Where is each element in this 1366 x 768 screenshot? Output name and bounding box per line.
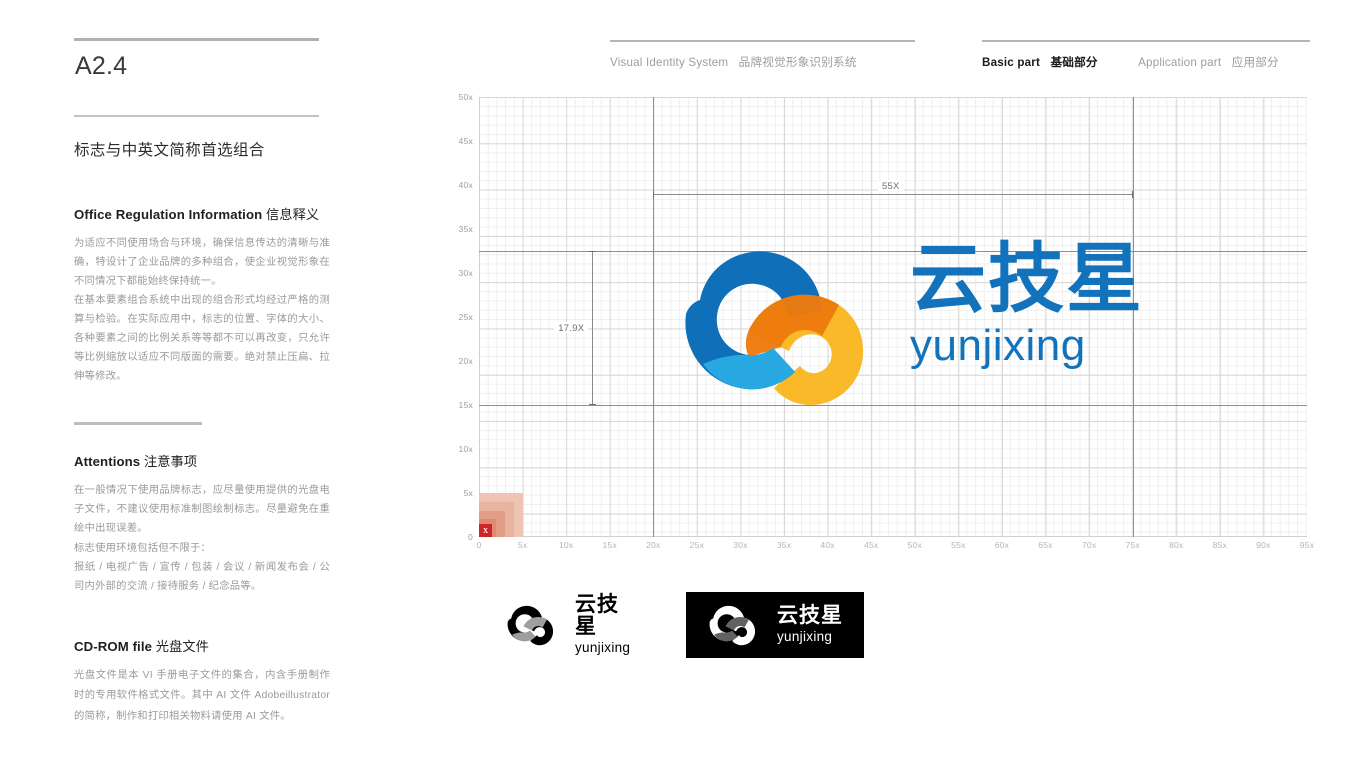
- variant-name-cn: 云技星: [575, 593, 619, 639]
- chapter-title: 标志与中英文简称首选组合: [74, 142, 265, 159]
- x-axis-tick: 30x: [733, 540, 748, 550]
- section-heading-en: CD-ROM file: [74, 638, 153, 654]
- y-axis-tick: 20x: [458, 356, 473, 366]
- header-group-parts: Basic part 基础部分 Application part 应用部分: [982, 40, 1310, 71]
- x-axis-tick: 5x: [517, 540, 528, 550]
- x-unit-badge: X: [479, 524, 492, 537]
- variant-wordmark: 云技星 yunjixing: [575, 594, 630, 656]
- section-body: 在一般情况下使用品牌标志，应尽量使用提供的光盘电子文件，不建议使用标准制图绘制标…: [74, 481, 330, 595]
- x-axis-tick: 25x: [689, 540, 705, 550]
- x-axis-tick: 90x: [1256, 540, 1271, 550]
- section-divider: [74, 422, 202, 426]
- y-axis-tick: 30x: [458, 268, 473, 278]
- header-group-system: Visual Identity System 品牌视觉形象识别系统: [610, 40, 915, 71]
- x-axis-tick: 50x: [907, 540, 923, 550]
- x-axis-tick: 95x: [1299, 540, 1315, 550]
- vi-guideline-page: A2.4 标志与中英文简称首选组合 Office Regulation Info…: [0, 0, 1366, 768]
- top-divider: [74, 38, 319, 41]
- paragraph: 在基本要素组合系统中出现的组合形式均经过严格的测算与检验。在实际应用中，标志的位…: [74, 295, 330, 383]
- logo-orange-overlap: [745, 294, 839, 357]
- y-axis-tick: 10x: [458, 444, 473, 454]
- variant-name-en: yunjixing: [777, 629, 833, 645]
- x-axis-tick: 70x: [1081, 540, 1097, 550]
- logo-lockup-primary: 云技星 yunjixing: [648, 232, 1148, 418]
- y-axis-tick: 0: [468, 532, 473, 542]
- section-heading-cn: 信息释义: [266, 207, 320, 222]
- section-heading-en: Office Regulation Information: [74, 207, 263, 222]
- section-heading: Attentions 注意事项: [74, 451, 330, 470]
- section-cd-rom: CD-ROM file 光盘文件 光盘文件是本 VI 手册电子文件的集合，内含手…: [74, 636, 330, 728]
- paragraph: 标志使用环境包括但不限于：: [74, 542, 212, 554]
- y-axis-tick: 35x: [458, 224, 473, 234]
- logo-wordmark: 云技星 yunjixing: [910, 242, 1144, 368]
- nav-item-application-part[interactable]: Application part 应用部分: [1138, 54, 1279, 70]
- paragraph: 光盘文件是本 VI 手册电子文件的集合，内含手册制作时的专用软件格式文件。其中 …: [74, 669, 330, 722]
- section-heading-cn: 光盘文件: [155, 638, 209, 654]
- nav-label-en: Basic part: [982, 56, 1041, 69]
- nav-label-cn: 应用部分: [1231, 56, 1279, 69]
- title-divider: [74, 115, 319, 117]
- header-items: Visual Identity System 品牌视觉形象识别系统: [610, 53, 915, 71]
- logo-name-en: yunjixing: [910, 321, 1086, 370]
- y-axis-labels: 0 5x 10x 15x 20x 25x 30x 35x 40x 45x 50x: [449, 92, 477, 542]
- section-heading-en: Attentions: [74, 454, 141, 470]
- paragraph: 报纸 / 电视广告 / 宣传 / 包装 / 会议 / 新闻发布会 / 公司内外部…: [74, 561, 330, 592]
- y-axis-tick: 40x: [458, 180, 473, 190]
- header-items: Basic part 基础部分 Application part 应用部分: [982, 53, 1310, 71]
- x-axis-tick: 20x: [646, 540, 661, 550]
- x-axis-tick: 0: [476, 540, 482, 550]
- section-heading-cn: 注意事项: [143, 454, 198, 470]
- nav-label-en: Application part: [1138, 56, 1222, 69]
- section-heading: CD-ROM file 光盘文件: [74, 636, 330, 655]
- header-nav: Visual Identity System 品牌视觉形象识别系统 Basic …: [610, 40, 1310, 76]
- nav-label-cn: 品牌视觉形象识别系统: [738, 56, 857, 69]
- x-axis-tick: 65x: [1038, 540, 1053, 550]
- section-office-regulation: Office Regulation Information 信息释义 为适应不同…: [74, 204, 330, 386]
- section-attentions: Attentions 注意事项 在一般情况下使用品牌标志，应尽量使用提供的光盘电…: [74, 422, 330, 595]
- x-axis-tick: 55x: [951, 540, 966, 550]
- section-body: 光盘文件是本 VI 手册电子文件的集合，内含手册制作时的专用软件格式文件。其中 …: [74, 666, 330, 728]
- x-axis-tick: 35x: [776, 540, 792, 550]
- x-axis-tick: 45x: [863, 540, 879, 550]
- x-axis-tick: 40x: [820, 540, 835, 550]
- paragraph: 在一般情况下使用品牌标志，应尽量使用提供的光盘电子文件，不建议使用标准制图绘制标…: [74, 485, 330, 535]
- paragraph: 为适应不同使用场合与环境，确保信息传达的清晰与准确，特设计了企业品牌的多种组合，…: [74, 238, 330, 288]
- y-axis-tick: 15x: [458, 400, 473, 410]
- logo-name-cn: 云技星: [910, 237, 1144, 322]
- logo-variant-mono-white: 云技星 yunjixing: [686, 592, 864, 658]
- x-axis-tick: 60x: [994, 540, 1010, 550]
- x-axis-tick: 10x: [558, 540, 574, 550]
- left-column: A2.4 标志与中英文简称首选组合 Office Regulation Info…: [74, 38, 330, 727]
- x-axis-tick: 85x: [1212, 540, 1228, 550]
- y-axis-tick: 5x: [463, 488, 473, 498]
- x-axis-tick: 15x: [602, 540, 617, 550]
- header-divider: [982, 40, 1310, 42]
- x-axis-labels: 0 5x 10x 15x 20x 25x 30x 35x 40x 45x 50x 55x 60x 65x 7…: [476, 540, 1319, 558]
- nav-label-en: Visual Identity System: [610, 56, 729, 69]
- logo-mark-icon: [507, 605, 554, 646]
- header-divider: [610, 40, 915, 42]
- section-heading: Office Regulation Information 信息释义: [74, 204, 330, 223]
- nav-label-cn: 基础部分: [1050, 56, 1098, 69]
- x-axis-tick: 80x: [1169, 540, 1184, 550]
- nav-item-basic-part[interactable]: Basic part 基础部分: [982, 54, 1098, 70]
- y-axis-tick: 45x: [458, 136, 473, 146]
- chapter-number: A2.4: [75, 52, 128, 80]
- section-body: 为适应不同使用场合与环境，确保信息传达的清晰与准确，特设计了企业品牌的多种组合，…: [74, 234, 330, 386]
- y-axis-tick: 50x: [458, 92, 473, 102]
- logo-mark-icon: [685, 251, 864, 406]
- variant-wordmark: 云技星 yunjixing: [777, 605, 843, 645]
- logo-variant-mono-black: 云技星 yunjixing: [498, 592, 630, 658]
- x-axis-tick: 75x: [1125, 540, 1140, 550]
- y-axis-tick: 25x: [458, 312, 473, 322]
- nav-item-visual-identity-system[interactable]: Visual Identity System 品牌视觉形象识别系统: [610, 54, 857, 70]
- logo-mark-icon: [709, 605, 756, 646]
- variant-name-en: yunjixing: [575, 640, 631, 656]
- variant-name-cn: 云技星: [777, 604, 843, 628]
